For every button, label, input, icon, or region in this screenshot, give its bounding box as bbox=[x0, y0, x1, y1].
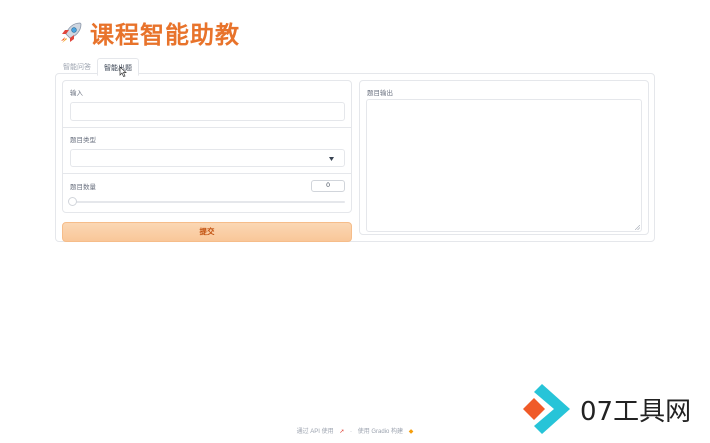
input-textarea[interactable] bbox=[70, 102, 345, 121]
type-label: 题目类型 bbox=[70, 137, 96, 144]
watermark-text: 07工具网 bbox=[580, 396, 692, 427]
output-textarea[interactable] bbox=[366, 99, 642, 232]
gradio-logo-icon: ◆ bbox=[408, 429, 414, 435]
api-link[interactable]: 通过 API 使用 bbox=[297, 429, 334, 435]
chevron-down-icon bbox=[329, 157, 334, 161]
type-field-group: 题目类型 bbox=[63, 128, 351, 174]
count-slider[interactable] bbox=[68, 197, 345, 206]
input-column: 输入 题目类型 题目数量 0 提交 bbox=[62, 80, 352, 242]
count-field-group: 题目数量 0 bbox=[63, 174, 351, 212]
output-label: 题目输出 bbox=[367, 90, 393, 97]
watermark-logo-icon bbox=[523, 384, 570, 434]
cursor-icon bbox=[119, 66, 127, 77]
output-column: 题目输出 bbox=[359, 80, 649, 235]
count-label: 题目数量 bbox=[70, 184, 96, 191]
title-text: 课程智能助教 bbox=[90, 21, 240, 49]
page-title: 课程智能助教 bbox=[58, 15, 240, 50]
tab-qa[interactable]: 智能问答 bbox=[57, 58, 97, 74]
count-header: 题目数量 0 bbox=[70, 180, 345, 192]
gradio-link[interactable]: 使用 Gradio 构建 bbox=[358, 429, 403, 435]
submit-button[interactable]: 提交 bbox=[62, 222, 352, 242]
count-number-input[interactable]: 0 bbox=[311, 180, 345, 192]
main-panel: 输入 题目类型 题目数量 0 提交 题目输出 bbox=[55, 73, 655, 242]
resize-icon bbox=[635, 225, 640, 230]
watermark: 07工具网 bbox=[520, 382, 691, 436]
rocket-icon bbox=[61, 22, 82, 43]
slider-thumb[interactable] bbox=[68, 197, 77, 206]
input-field-group: 输入 bbox=[63, 81, 351, 128]
type-dropdown[interactable] bbox=[70, 149, 345, 167]
app-root: 课程智能助教 智能问答 智能出题 输入 题目类型 题目数量 0 提交 题目输出 … bbox=[0, 0, 710, 443]
input-label: 输入 bbox=[70, 90, 83, 97]
form-box: 输入 题目类型 题目数量 0 bbox=[62, 80, 352, 213]
footer-separator: · bbox=[350, 429, 353, 435]
footer-rocket-icon: ➚ bbox=[339, 429, 345, 435]
